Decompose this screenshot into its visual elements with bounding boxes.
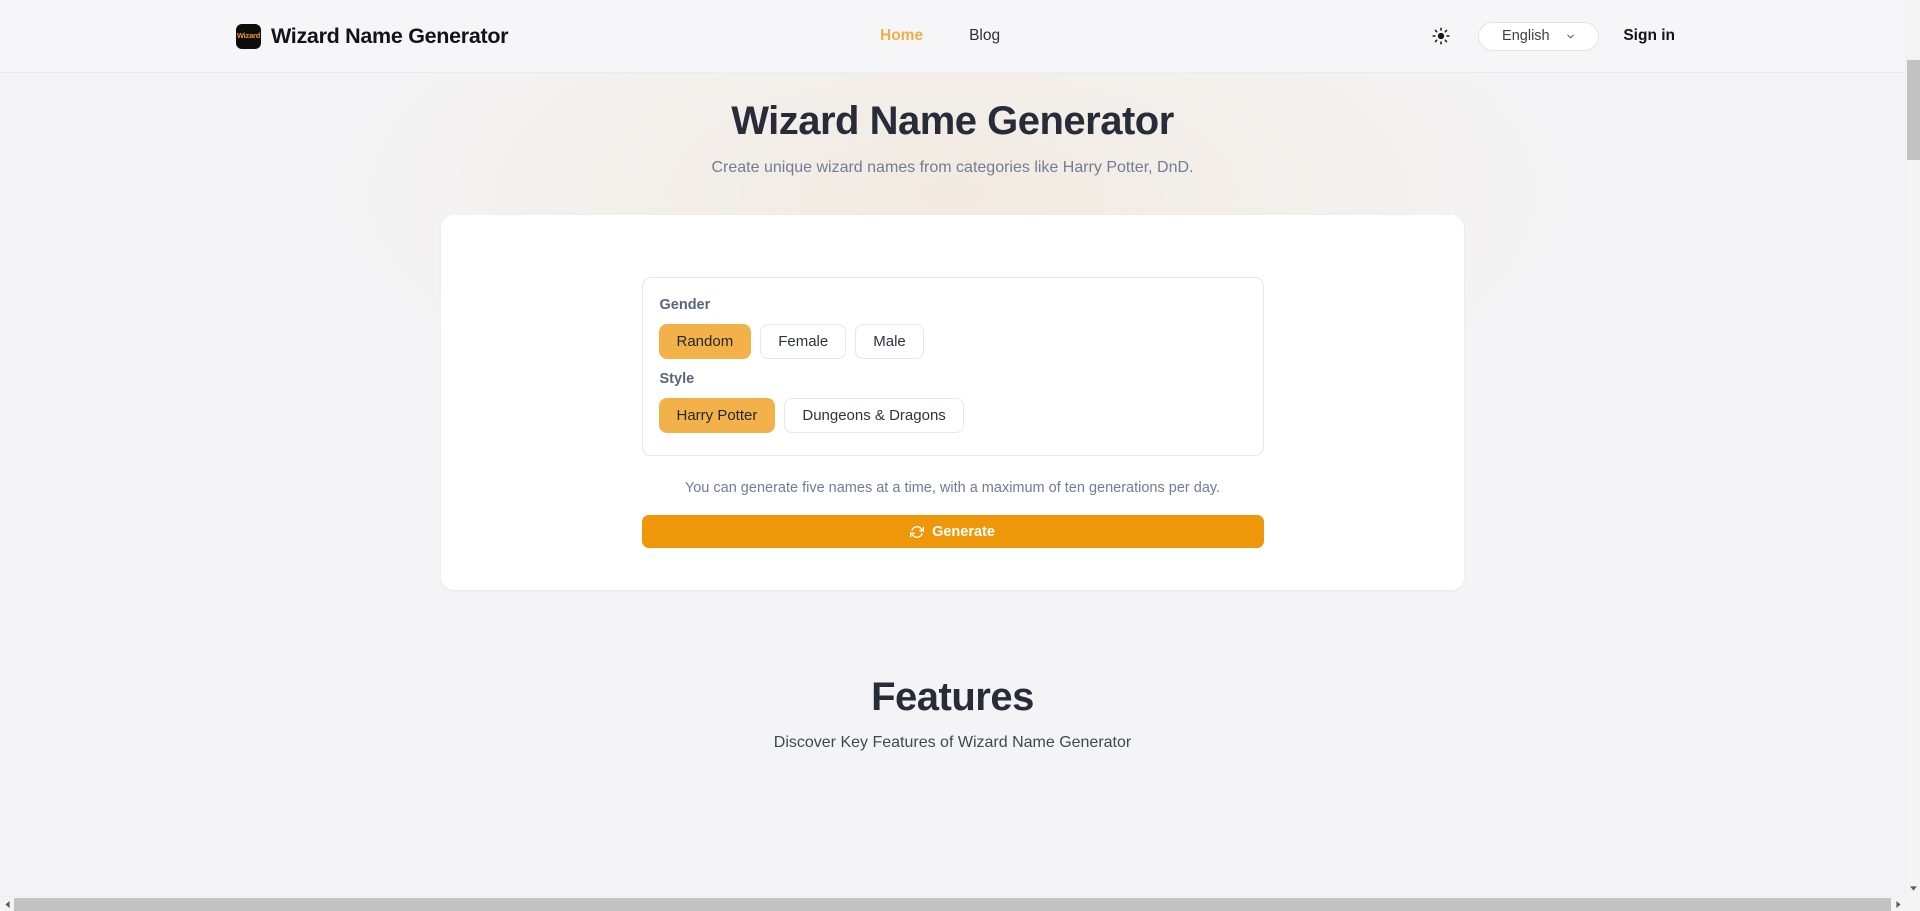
wizard-logo-text: Wizard [236,31,261,41]
generation-limit-hint: You can generate five names at a time, w… [684,480,1221,496]
page-title: Wizard Name Generator [731,99,1174,143]
features-title: Features [871,675,1034,719]
gender-option-group: Random Female Male [658,324,1247,359]
scrollbar-corner [1905,896,1920,911]
chevron-right-small-icon [1896,901,1901,908]
horizontal-scrollbar-thumb[interactable] [14,898,1891,911]
brand-title: Wizard Name Generator [271,23,509,48]
horizontal-scrollbar[interactable] [0,896,1920,911]
generate-button[interactable]: Generate [641,515,1264,548]
chevron-down-small-icon [1910,886,1917,891]
language-selector[interactable]: English [1478,21,1600,51]
style-option-dungeons-and-dragons[interactable]: Dungeons & Dragons [784,398,964,433]
vertical-scrollbar-thumb[interactable] [1907,60,1920,160]
generator-options-box: Gender Random Female Male Style Harry Po… [641,277,1264,456]
chevron-left-small-icon [5,901,10,908]
generate-button-label: Generate [932,523,995,540]
style-label: Style [659,371,695,387]
brand-logo-link[interactable]: Wizard Wizard Name Generator [236,23,509,49]
page-subtitle: Create unique wizard names from categori… [711,159,1194,176]
browser-viewport: Wizard Wizard Name Generator Home Blog E… [0,0,1920,911]
nav-item-blog[interactable]: Blog [969,27,1000,45]
gender-option-random[interactable]: Random [658,324,752,359]
gender-option-male[interactable]: Male [855,324,924,359]
gender-option-female[interactable]: Female [760,324,847,359]
nav-item-home[interactable]: Home [880,27,923,45]
header-actions: English Sign in [1428,21,1675,51]
scroll-down-arrow-icon[interactable] [1906,881,1920,896]
site-header: Wizard Wizard Name Generator Home Blog E… [0,0,1905,73]
refresh-icon [910,525,925,538]
scroll-left-arrow-icon[interactable] [0,897,15,911]
style-option-harry-potter[interactable]: Harry Potter [658,398,776,433]
features-subtitle: Discover Key Features of Wizard Name Gen… [773,734,1132,751]
sun-icon [1432,27,1450,45]
vertical-scrollbar[interactable] [1905,0,1920,896]
generator-card: Gender Random Female Male Style Harry Po… [441,215,1464,590]
page-content: Wizard Wizard Name Generator Home Blog E… [0,0,1905,896]
gender-label: Gender [659,297,711,313]
scroll-right-arrow-icon[interactable] [1891,897,1906,911]
features-section: Features Discover Key Features of Wizard… [0,675,1905,752]
language-selected-label: English [1502,28,1550,44]
hero-section: Wizard Name Generator Create unique wiza… [0,73,1905,590]
theme-toggle-button[interactable] [1428,23,1454,49]
style-option-group: Harry Potter Dungeons & Dragons [658,398,1247,433]
chevron-down-icon [1566,34,1574,38]
sign-in-button[interactable]: Sign in [1623,27,1675,45]
wizard-logo-icon: Wizard [236,23,261,49]
main-nav: Home Blog [880,27,1000,45]
